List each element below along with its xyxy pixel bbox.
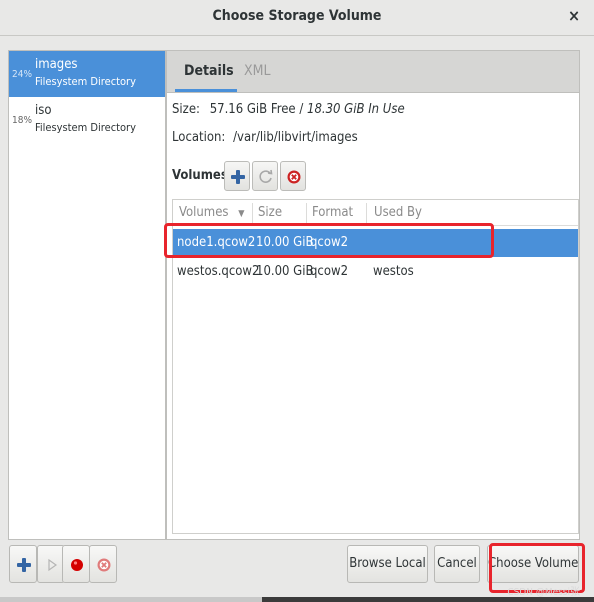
volumes-label: Volumes: [172, 168, 228, 183]
choose-storage-volume-dialog: Choose Storage Volume × 24% images Files…: [0, 0, 594, 602]
pool-type: Filesystem Directory: [35, 75, 136, 88]
watermark-text: CSDN @Messi张: [507, 587, 580, 598]
location-label: Location:: [172, 130, 226, 145]
pool-usage-percent: 18%: [12, 115, 32, 126]
volume-name: westos.qcow2: [177, 264, 260, 279]
tab-bar: Details XML: [167, 51, 579, 93]
tab-details[interactable]: Details: [184, 63, 234, 79]
pool-usage-percent: 24%: [12, 69, 32, 80]
close-icon[interactable]: ×: [566, 6, 582, 25]
storage-pool-list: 24% images Filesystem Directory 18% iso …: [8, 50, 166, 540]
column-header-volumes[interactable]: Volumes ▼: [179, 205, 244, 220]
add-icon: [231, 170, 245, 184]
pool-name: images: [35, 57, 78, 72]
tab-xml[interactable]: XML: [244, 63, 271, 79]
add-pool-button[interactable]: [9, 545, 37, 583]
size-label: Size:: [172, 102, 200, 117]
table-row[interactable]: westos.qcow2 10.00 GiB qcow2 westos: [173, 258, 578, 286]
column-separator[interactable]: [366, 203, 367, 223]
pool-item-iso[interactable]: 18% iso Filesystem Directory: [9, 97, 165, 143]
volume-size: 10.00 GiB: [256, 264, 314, 279]
stop-icon: [71, 559, 83, 571]
title-bar[interactable]: Choose Storage Volume ×: [0, 0, 594, 36]
pool-name: iso: [35, 103, 52, 118]
window-title: Choose Storage Volume: [212, 8, 382, 24]
delete-pool-button[interactable]: [89, 545, 117, 583]
screen-bottom-strip-left: [0, 597, 262, 602]
size-used-value: 18.30 GiB In Use: [307, 102, 405, 117]
browse-local-button[interactable]: Browse Local: [347, 545, 428, 583]
pool-details-panel: Details XML Size: 57.16 GiB Free / 18.30…: [166, 50, 580, 540]
annotation-highlight-selected-volume: [164, 223, 494, 258]
delete-icon: [97, 558, 111, 572]
column-header-used-by[interactable]: Used By: [374, 205, 422, 220]
start-pool-button[interactable]: [37, 545, 65, 583]
column-header-format[interactable]: Format: [312, 205, 353, 220]
volume-format: qcow2: [310, 264, 349, 279]
add-icon: [17, 558, 31, 572]
stop-pool-button[interactable]: [62, 545, 90, 583]
volume-used-by: westos: [373, 264, 414, 279]
sort-descending-icon: ▼: [238, 209, 245, 219]
size-free-value: 57.16 GiB Free /: [209, 102, 304, 117]
delete-volume-button[interactable]: [280, 161, 306, 191]
screen-bottom-strip: [0, 597, 594, 602]
cancel-button[interactable]: Cancel: [434, 545, 480, 583]
location-info: Location: /var/lib/libvirt/images: [172, 130, 358, 145]
column-header-size[interactable]: Size: [258, 205, 282, 220]
location-value: /var/lib/libvirt/images: [233, 130, 358, 145]
pool-type: Filesystem Directory: [35, 121, 136, 134]
size-info: Size: 57.16 GiB Free / 18.30 GiB In Use: [172, 102, 405, 117]
play-icon: [48, 558, 58, 572]
active-tab-indicator: [175, 89, 237, 92]
refresh-volumes-button[interactable]: [252, 161, 278, 191]
column-separator[interactable]: [306, 203, 307, 223]
pool-item-images[interactable]: 24% images Filesystem Directory: [9, 51, 165, 97]
column-separator[interactable]: [252, 203, 253, 223]
add-volume-button[interactable]: [224, 161, 250, 191]
delete-icon: [287, 170, 301, 184]
refresh-icon: [259, 169, 273, 183]
